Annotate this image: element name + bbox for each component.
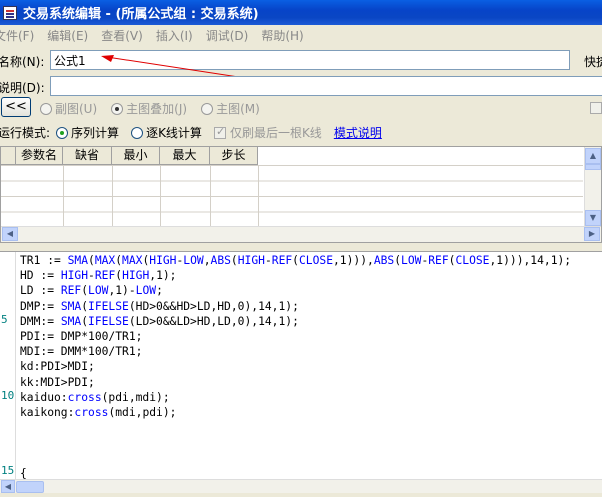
editor-horizontal-scrollbar[interactable]: ◀ — [0, 479, 602, 493]
menu-bar: 文件(F) 编辑(E) 查看(V) 插入(I) 调试(D) 帮助(H) — [0, 25, 602, 45]
scroll-thumb[interactable] — [16, 481, 44, 493]
line-number: 10 — [1, 389, 15, 402]
scroll-left-icon[interactable]: ◀ — [1, 480, 15, 493]
shortcut-label: 快捷 — [584, 55, 602, 69]
col-default[interactable]: 缺省 — [63, 147, 112, 164]
params-table-header: 参数名 缺省 最小 最大 步长 — [1, 147, 258, 165]
desc-label: 说明(D): — [0, 80, 45, 95]
code-line[interactable] — [20, 420, 571, 435]
app-icon — [3, 5, 17, 20]
desc-input[interactable] — [50, 76, 602, 96]
mode-row: 运行模式: 序列计算 逐K线计算 仅刷最后一根K线 模式说明 — [0, 123, 602, 141]
params-horizontal-scrollbar[interactable]: ◀ ▶ — [1, 226, 601, 242]
title-bar: 交易系统编辑 - (所属公式组 : 交易系统) — [0, 0, 602, 25]
refresh-last-bar-checkbox[interactable]: 仅刷最后一根K线 — [213, 124, 322, 141]
code-line[interactable]: DMM:= SMA(IFELSE(LD>0&&LD>HD,LD,0),14,1)… — [20, 314, 571, 329]
radio-bar-calc-label: 逐K线计算 — [146, 125, 202, 140]
radio-main-overlay-label: 主图叠加(J) — [126, 101, 188, 116]
grid-divider — [210, 165, 211, 227]
code-line[interactable]: HD := HIGH-REF(HIGH,1); — [20, 268, 571, 283]
code-line[interactable] — [20, 435, 571, 450]
checkbox-icon — [213, 125, 226, 139]
radio-icon — [201, 102, 214, 115]
scroll-left-icon[interactable]: ◀ — [2, 227, 18, 241]
mode-help-link[interactable]: 模式说明 — [334, 124, 382, 141]
scroll-up-icon[interactable]: ▲ — [585, 148, 601, 164]
menu-help[interactable]: 帮助(H) — [261, 27, 303, 44]
radio-icon — [131, 126, 144, 139]
window-title: 交易系统编辑 - (所属公式组 : 交易系统) — [23, 7, 259, 22]
line-number-gutter: 5 10 15 — [0, 252, 16, 480]
code-line[interactable]: kd:PDI>MDI; — [20, 359, 571, 374]
menu-file[interactable]: 文件(F) — [0, 27, 34, 44]
menu-insert[interactable]: 插入(I) — [156, 27, 193, 44]
col-param-name[interactable]: 参数名 — [16, 147, 63, 164]
col-min[interactable]: 最小 — [112, 147, 160, 164]
code-line[interactable] — [20, 450, 571, 465]
code-line[interactable]: kaiduo:cross(pdi,mdi); — [20, 390, 571, 405]
scroll-right-icon[interactable]: ▶ — [584, 227, 600, 241]
radio-main-chart-label: 主图(M) — [216, 101, 260, 116]
radio-icon — [111, 102, 124, 115]
grid-divider — [258, 165, 259, 227]
radio-bar-calc[interactable]: 逐K线计算 — [131, 124, 202, 141]
col-max[interactable]: 最大 — [160, 147, 210, 164]
menu-view[interactable]: 查看(V) — [101, 27, 143, 44]
code-line[interactable]: kk:MDI>PDI; — [20, 375, 571, 390]
radio-main-overlay[interactable]: 主图叠加(J) — [111, 100, 187, 117]
scroll-down-icon[interactable]: ▼ — [585, 210, 601, 226]
radio-series-calc[interactable]: 序列计算 — [56, 124, 119, 141]
grid-divider — [112, 165, 113, 227]
radio-series-calc-label: 序列计算 — [71, 125, 120, 140]
code-line[interactable]: kaikong:cross(mdi,pdi); — [20, 405, 571, 420]
code-line[interactable]: PDI:= DMP*100/TR1; — [20, 329, 571, 344]
line-number: 5 — [1, 313, 8, 326]
code-line[interactable]: MDI:= DMM*100/TR1; — [20, 344, 571, 359]
menu-debug[interactable]: 调试(D) — [206, 27, 249, 44]
scroll-thumb[interactable] — [585, 164, 601, 170]
grid-divider — [160, 165, 161, 227]
refresh-last-bar-label: 仅刷最后一根K线 — [229, 125, 322, 140]
radio-main-chart[interactable]: 主图(M) — [201, 100, 260, 117]
params-table: 参数名 缺省 最小 最大 步长 ▲ ▼ ◀ ▶ — [0, 146, 602, 243]
code-editor[interactable]: 5 10 15 TR1 := SMA(MAX(MAX(HIGH-LOW,ABS(… — [0, 251, 602, 493]
radio-icon — [56, 126, 69, 139]
code-line[interactable]: TR1 := SMA(MAX(MAX(HIGH-LOW,ABS(HIGH-REF… — [20, 253, 571, 268]
right-checkbox[interactable] — [590, 102, 602, 114]
code-text[interactable]: TR1 := SMA(MAX(MAX(HIGH-LOW,ABS(HIGH-REF… — [20, 253, 571, 481]
row-header-cell — [1, 147, 16, 164]
code-line[interactable]: DMP:= SMA(IFELSE(HD>0&&HD>LD,HD,0),14,1)… — [20, 299, 571, 314]
collapse-button[interactable]: << — [1, 97, 31, 117]
params-vertical-scrollbar[interactable]: ▲ ▼ — [584, 147, 601, 227]
mode-label: 运行模式: — [0, 125, 51, 140]
grid-divider — [63, 165, 64, 227]
radio-icon — [40, 102, 52, 115]
chart-type-row: 副图(U) 主图叠加(J) 主图(M) — [40, 99, 602, 117]
line-number: 15 — [1, 464, 15, 477]
menu-edit[interactable]: 编辑(E) — [47, 27, 88, 44]
code-line[interactable]: LD := REF(LOW,1)-LOW; — [20, 283, 571, 298]
col-step[interactable]: 步长 — [210, 147, 258, 164]
radio-sub-chart[interactable]: 副图(U) — [40, 100, 97, 117]
params-table-body[interactable] — [1, 165, 583, 227]
radio-sub-chart-label: 副图(U) — [55, 101, 98, 116]
name-label: 名称(N): — [0, 54, 45, 69]
